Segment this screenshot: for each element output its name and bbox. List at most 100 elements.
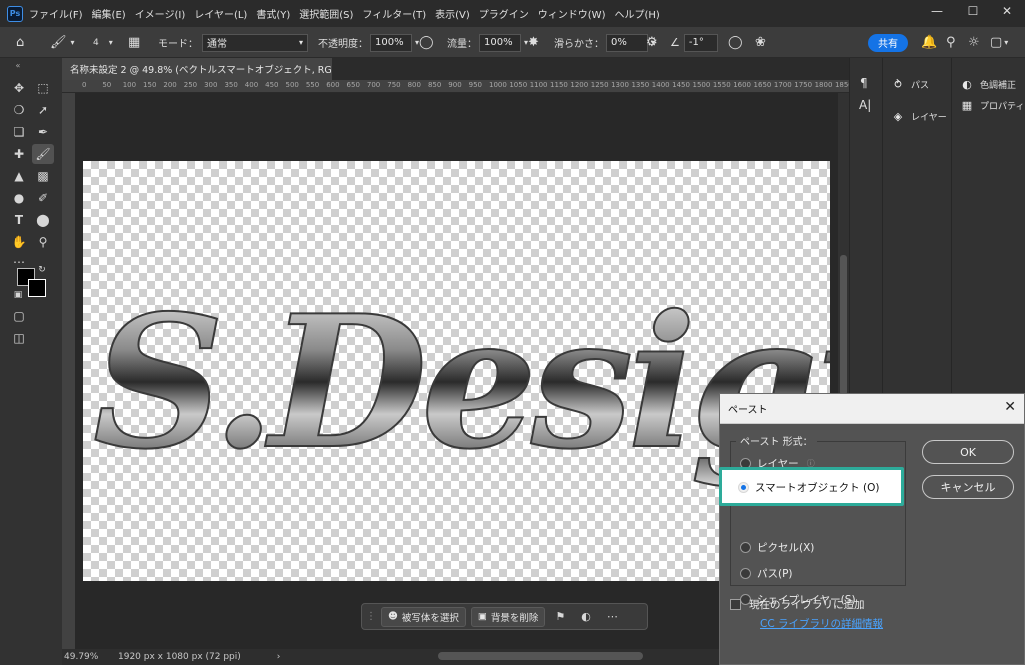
radio-path[interactable]: パス(P) — [740, 566, 793, 581]
share-button[interactable]: 共有 — [868, 33, 908, 52]
adjust-icon[interactable]: ◐ — [581, 610, 591, 623]
hand-tool-icon[interactable]: ✋ — [8, 232, 30, 252]
type-tool-icon[interactable]: T — [8, 210, 30, 230]
brush-size[interactable]: 4 — [93, 38, 99, 48]
add-to-library-option[interactable]: 現在のライブラリに追加 — [730, 597, 865, 612]
ruler-tick: 1350 — [631, 81, 650, 89]
ruler-tick: 950 — [468, 81, 483, 89]
smoothing-label: 滑らかさ： — [554, 39, 604, 50]
close-window-icon[interactable]: ✕ — [990, 0, 1024, 22]
workspace-icon[interactable]: ▢ — [990, 35, 1002, 50]
add-to-library-checkbox[interactable] — [730, 599, 741, 610]
ruler-tick: 1450 — [672, 81, 690, 89]
menu-type[interactable]: 書式(Y) — [256, 6, 290, 21]
healing-brush-tool-icon[interactable]: ✚ — [8, 144, 30, 164]
cancel-button[interactable]: キャンセル — [922, 475, 1014, 499]
canvas[interactable]: S.Design — [83, 161, 830, 581]
menu-help[interactable]: ヘルプ(H) — [614, 6, 659, 21]
close-icon[interactable]: ✕ — [1004, 399, 1016, 415]
radio-path-button[interactable] — [740, 568, 751, 579]
paragraph-icon[interactable]: ¶ — [860, 76, 868, 90]
document-info: 1920 px x 1080 px (72 ppi) — [118, 652, 241, 662]
ruler-tick: 1500 — [692, 81, 711, 89]
default-colors-icon[interactable]: ▣ — [12, 289, 24, 301]
photoshop-logo-icon[interactable]: Ps — [7, 5, 23, 22]
symmetry-icon[interactable]: ❀ — [755, 35, 766, 50]
chevron-down-icon[interactable]: ▾ — [1004, 38, 1008, 47]
remove-background-button[interactable]: ▣ 背景を削除 — [470, 606, 546, 627]
ruler-tick: 350 — [224, 81, 238, 89]
menu-edit[interactable]: 編集(E) — [92, 6, 126, 21]
chevron-down-icon[interactable]: ▾ — [71, 38, 75, 47]
document-tab[interactable]: 名称未設定 2 @ 49.8% (ベクトルスマートオブジェクト, RGB/8#)… — [62, 58, 381, 80]
more-options-icon[interactable]: ⋯ — [607, 610, 618, 623]
menu-layer[interactable]: レイヤー(L) — [194, 6, 247, 21]
drag-handle-icon[interactable]: ⋮ — [366, 611, 376, 622]
library-info-link[interactable]: CC ライブラリの詳細情報 — [760, 616, 883, 631]
horizontal-scroll-thumb[interactable] — [438, 652, 643, 660]
radio-smart-object[interactable]: スマートオブジェクト (O) — [738, 480, 879, 495]
character-icon[interactable]: A| — [859, 98, 871, 112]
minimize-icon[interactable]: — — [920, 0, 954, 22]
menu-plugins[interactable]: プラグイン — [479, 6, 529, 21]
ruler-tick: 0 — [82, 81, 87, 89]
brush-tool-icon[interactable]: 🖌 — [32, 144, 54, 164]
angle-input[interactable]: -1° — [683, 33, 718, 52]
move-tool-icon[interactable]: ✥ — [8, 78, 30, 98]
transform-icon[interactable]: ⚑ — [555, 610, 565, 623]
menu-select[interactable]: 選択範囲(S) — [299, 6, 353, 21]
opacity-input[interactable]: 100% — [370, 33, 412, 52]
maximize-icon[interactable]: ☐ — [956, 0, 990, 22]
brush-preset-icon[interactable]: 🖌 — [50, 35, 67, 50]
adjustments-panel-tab[interactable]: ◐ 色調補正 — [960, 78, 1016, 91]
flow-input[interactable]: 100% — [479, 33, 521, 52]
menu-filter[interactable]: フィルター(T) — [362, 6, 426, 21]
lightbulb-icon[interactable]: ☼ — [968, 35, 980, 50]
swap-colors-icon[interactable]: ↻ — [36, 264, 48, 276]
adjustments-icon: ◐ — [962, 78, 972, 91]
menu-file[interactable]: ファイル(F) — [29, 6, 83, 21]
ok-button[interactable]: OK — [922, 440, 1014, 464]
pen-tool-icon[interactable]: ✐ — [32, 188, 54, 208]
menu-view[interactable]: 表示(V) — [435, 6, 470, 21]
pressure-opacity-icon[interactable]: ◯ — [419, 35, 434, 50]
menu-image[interactable]: イメージ(I) — [135, 6, 186, 21]
smoothing-input[interactable]: 0% — [606, 33, 648, 52]
screen-mode-icon[interactable]: ◫ — [8, 328, 30, 348]
gradient-tool-icon[interactable]: ▩ — [32, 166, 54, 186]
eyedropper-tool-icon[interactable]: ✒ — [32, 122, 54, 142]
gear-icon[interactable]: ⚙ — [646, 35, 658, 50]
select-subject-button[interactable]: ☻ 被写体を選択 — [381, 606, 466, 627]
crop-tool-icon[interactable]: ❏ — [8, 122, 30, 142]
lasso-tool-icon[interactable]: ❍ — [8, 100, 30, 120]
airbrush-icon[interactable]: ✸ — [528, 35, 539, 50]
marquee-tool-icon[interactable]: ⬚ — [32, 78, 54, 98]
radio-smart-object-button[interactable] — [738, 482, 749, 493]
paths-panel-tab[interactable]: ⥁ パス — [891, 78, 929, 91]
properties-panel-tab[interactable]: ▦ プロパティ — [960, 99, 1025, 112]
ruler-tick: 750 — [387, 81, 401, 89]
layers-panel-tab[interactable]: ◈ レイヤー — [891, 110, 947, 123]
radio-pixels-button[interactable] — [740, 542, 751, 553]
chevron-right-icon[interactable]: › — [277, 652, 281, 662]
mode-select[interactable]: 通常 ▾ — [202, 33, 308, 52]
bell-icon[interactable]: 🔔 — [921, 35, 937, 50]
chevron-down-icon[interactable]: ▾ — [109, 38, 113, 47]
zoom-tool-icon[interactable]: ⚲ — [32, 232, 54, 252]
pressure-size-icon[interactable]: ◯ — [728, 35, 743, 50]
quick-mask-icon[interactable]: ▢ — [8, 306, 30, 326]
ruler-tick: 1100 — [529, 81, 548, 89]
background-color-swatch[interactable] — [28, 279, 46, 297]
object-select-tool-icon[interactable]: ➚ — [32, 100, 54, 120]
brush-settings-icon[interactable]: ▦ — [128, 35, 140, 50]
stamp-tool-icon[interactable]: ▲ — [8, 166, 30, 186]
menu-window[interactable]: ウィンドウ(W) — [538, 6, 606, 21]
zoom-level[interactable]: 49.79% — [64, 652, 114, 662]
dodge-tool-icon[interactable]: ● — [8, 188, 30, 208]
radio-pixels[interactable]: ピクセル(X) — [740, 540, 814, 555]
home-icon[interactable]: ⌂ — [16, 35, 24, 50]
collapse-icon[interactable]: « — [7, 60, 29, 70]
vertical-scroll-thumb[interactable] — [840, 255, 847, 395]
shape-tool-icon[interactable]: ⬤ — [32, 210, 54, 230]
search-icon[interactable]: ⚲ — [946, 35, 956, 50]
